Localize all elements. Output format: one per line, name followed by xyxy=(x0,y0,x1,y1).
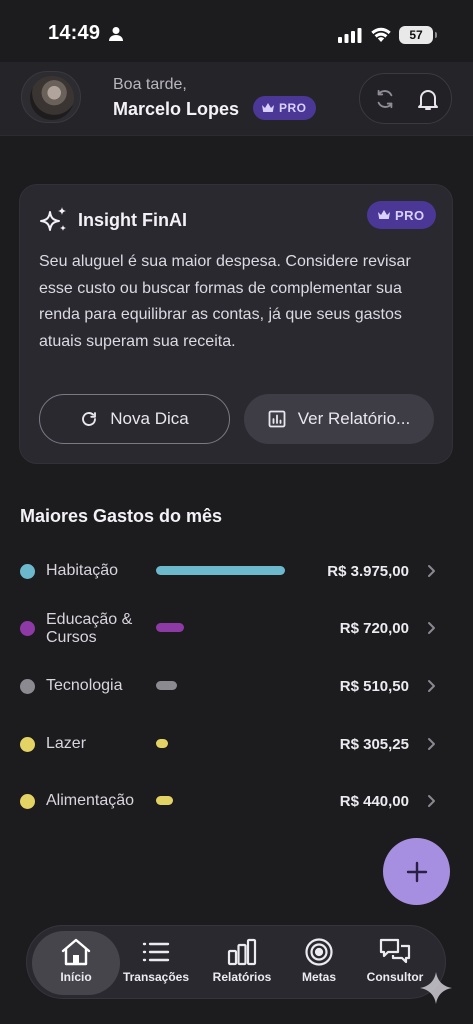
expense-row[interactable]: Lazer R$ 305,25 xyxy=(0,724,473,764)
expense-bar xyxy=(156,796,173,805)
status-bar: 14:49 57 xyxy=(0,0,473,62)
report-icon xyxy=(268,410,286,428)
greeting-text: Boa tarde, xyxy=(113,76,187,93)
expense-amount: R$ 440,00 xyxy=(339,793,409,810)
new-tip-label: Nova Dica xyxy=(110,409,189,428)
chevron-right-icon xyxy=(428,680,435,692)
wifi-icon xyxy=(371,27,391,42)
expense-row[interactable]: Habitação R$ 3.975,00 xyxy=(0,551,473,591)
crown-icon xyxy=(378,210,390,219)
category-dot xyxy=(20,737,35,752)
view-report-label: Ver Relatório... xyxy=(297,409,411,428)
expense-amount: R$ 720,00 xyxy=(339,620,409,637)
chat-icon xyxy=(379,938,411,964)
insight-card: Insight FinAI PRO Seu aluguel é sua maio… xyxy=(19,184,453,464)
battery-indicator: 57 xyxy=(399,26,437,44)
target-icon xyxy=(305,938,333,966)
header: Boa tarde, Marcelo Lopes PRO xyxy=(0,62,473,136)
list-icon xyxy=(142,942,170,962)
chevron-right-icon xyxy=(428,738,435,750)
pro-badge-label: PRO xyxy=(279,101,307,115)
chevron-right-icon xyxy=(428,565,435,577)
expenses-section-title: Maiores Gastos do mês xyxy=(20,506,223,526)
sparkle-icon xyxy=(40,207,66,231)
nav-label: Início xyxy=(60,970,92,984)
person-icon xyxy=(109,27,123,41)
category-dot xyxy=(20,794,35,809)
new-tip-button[interactable]: Nova Dica xyxy=(39,394,230,444)
expense-category: Educação & Cursos xyxy=(46,611,133,646)
expense-row[interactable]: Tecnologia R$ 510,50 xyxy=(0,666,473,706)
nav-item-inicio[interactable]: Início xyxy=(32,931,120,995)
expense-bar xyxy=(156,681,177,690)
category-dot xyxy=(20,564,35,579)
expense-row[interactable]: Alimentação R$ 440,00 xyxy=(0,781,473,821)
expense-row[interactable]: Educação & Cursos R$ 720,00 xyxy=(0,608,473,648)
sync-icon[interactable] xyxy=(374,88,396,110)
status-time: 14:49 xyxy=(48,22,101,44)
nav-item-transacoes[interactable]: Transações xyxy=(120,931,192,995)
nav-label: Relatórios xyxy=(212,970,272,984)
nav-item-relatorios[interactable]: Relatórios xyxy=(205,931,279,995)
insight-pro-badge: PRO xyxy=(367,201,436,229)
expense-amount: R$ 510,50 xyxy=(339,678,409,695)
category-dot xyxy=(20,621,35,636)
add-transaction-button[interactable] xyxy=(383,838,450,905)
expense-category: Lazer xyxy=(46,735,87,752)
expense-amount: R$ 3.975,00 xyxy=(327,563,409,580)
crown-icon xyxy=(262,103,274,112)
expense-bar xyxy=(156,623,184,632)
avatar-photo xyxy=(30,76,74,120)
nav-label: Transações xyxy=(122,970,190,984)
insight-text: Seu aluguel é sua maior despesa. Conside… xyxy=(39,253,411,350)
nav-label: Metas xyxy=(301,970,336,984)
avatar[interactable] xyxy=(21,71,81,123)
signal-icon xyxy=(338,28,362,43)
bottom-nav: Início Transações Relatórios Metas Consu… xyxy=(26,925,446,999)
expense-category: Tecnologia xyxy=(46,677,123,694)
category-dot xyxy=(20,679,35,694)
bar-chart-icon xyxy=(227,938,257,966)
bell-icon[interactable] xyxy=(417,87,439,111)
home-icon xyxy=(61,938,91,966)
expense-category: Alimentação xyxy=(46,792,135,809)
nav-item-metas[interactable]: Metas xyxy=(289,931,349,995)
chevron-right-icon xyxy=(428,795,435,807)
plus-icon xyxy=(406,861,427,882)
expense-amount: R$ 305,25 xyxy=(339,736,409,753)
pro-badge-label: PRO xyxy=(395,207,425,223)
chevron-right-icon xyxy=(428,622,435,634)
expense-bar xyxy=(156,566,285,575)
refresh-icon xyxy=(82,412,97,426)
header-actions xyxy=(359,73,452,124)
view-report-button[interactable]: Ver Relatório... xyxy=(244,394,434,444)
expense-bar xyxy=(156,739,168,748)
pro-badge: PRO xyxy=(253,96,316,120)
insight-title: Insight FinAI xyxy=(78,210,187,230)
gemini-sparkle-icon xyxy=(420,972,452,1004)
expense-category: Habitação xyxy=(46,562,119,579)
user-name: Marcelo Lopes xyxy=(113,99,240,119)
nav-label: Consultor xyxy=(366,970,424,984)
